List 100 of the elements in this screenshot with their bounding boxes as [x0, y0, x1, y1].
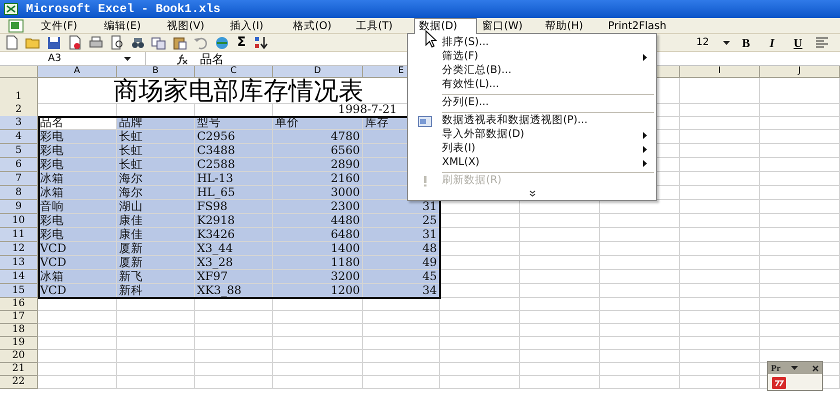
table-cell: 3000 — [273, 186, 363, 200]
table-cell: XK3_88 — [195, 284, 273, 298]
menu-item[interactable]: 帮助(H) — [540, 18, 603, 34]
row-header[interactable]: 16 — [0, 298, 38, 311]
spreadsheet-icon — [4, 3, 18, 15]
column-header[interactable]: J — [760, 66, 840, 78]
table-cell: 海尔 — [117, 172, 195, 186]
italic-button[interactable]: I — [762, 34, 782, 52]
column-header[interactable]: C — [195, 66, 273, 78]
sort-ascending-icon[interactable] — [252, 34, 269, 50]
menu-item[interactable]: Print2Flash — [603, 18, 666, 34]
table-cell: XF97 — [195, 270, 273, 284]
table-cell: VCD — [38, 242, 117, 256]
table-cell: 新科 — [117, 284, 195, 298]
row-header[interactable]: 9 — [0, 200, 38, 214]
copy-icon[interactable] — [151, 34, 167, 50]
row-header[interactable]: 15 — [0, 284, 38, 298]
dropdown-arrow-icon[interactable] — [723, 40, 730, 44]
table-cell: 康佳 — [117, 214, 195, 228]
table-cell: VCD — [38, 284, 117, 298]
window-title: Microsoft Excel - Book1.xls — [26, 1, 220, 18]
row-header[interactable]: 22 — [0, 376, 38, 389]
row-header[interactable]: 13 — [0, 256, 38, 270]
table-cell: 湖山 — [117, 200, 195, 214]
table-cell: 海尔 — [117, 186, 195, 200]
menu-item[interactable]: 文件(F) — [36, 18, 99, 34]
table-cell: 48 — [363, 242, 440, 256]
function-icon[interactable] — [176, 52, 188, 64]
row-header[interactable]: 8 — [0, 186, 38, 200]
menu-item[interactable]: 编辑(E) — [99, 18, 162, 34]
table-cell: 2300 — [273, 200, 363, 214]
table-cell: 彩电 — [38, 130, 117, 144]
app-logo-icon[interactable] — [772, 377, 786, 389]
menu-item[interactable]: 工具(T) — [351, 18, 414, 34]
table-cell: 49 — [363, 256, 440, 270]
font-size-field[interactable]: 12 — [688, 35, 730, 50]
row-header[interactable]: 10 — [0, 214, 38, 228]
dropdown-arrow-icon[interactable] — [790, 366, 798, 370]
column-header[interactable]: I — [680, 66, 760, 78]
bold-button[interactable]: B — [736, 34, 756, 52]
align-left-icon[interactable] — [814, 34, 830, 50]
row-header[interactable]: 19 — [0, 337, 38, 350]
column-header[interactable]: D — [273, 66, 363, 78]
menu-option[interactable]: 列表(I) — [408, 142, 656, 156]
paste-icon[interactable] — [172, 34, 188, 50]
column-header[interactable]: A — [38, 66, 117, 78]
table-cell: 6480 — [273, 228, 363, 242]
menu-option[interactable]: 排序(S)... — [408, 36, 656, 50]
table-cell: K3426 — [195, 228, 273, 242]
table-cell: X3_28 — [195, 256, 273, 270]
table-cell: HL_65 — [195, 186, 273, 200]
table-cell: 长虹 — [117, 130, 195, 144]
table-cell: 彩电 — [38, 214, 117, 228]
row-header[interactable]: 17 — [0, 311, 38, 324]
table-cell: C2956 — [195, 130, 273, 144]
menu-item[interactable]: 窗口(W) — [477, 18, 540, 34]
row-header[interactable]: 14 — [0, 270, 38, 284]
table-cell: HL-13 — [195, 172, 273, 186]
row-header[interactable]: 18 — [0, 324, 38, 337]
row-header[interactable]: 11 — [0, 228, 38, 242]
row-header[interactable]: 6 — [0, 158, 38, 172]
table-cell: 31 — [363, 228, 440, 242]
row-header[interactable]: 2 — [0, 103, 38, 117]
menu-item[interactable]: 视图(V) — [162, 18, 225, 34]
row-header[interactable]: 20 — [0, 350, 38, 363]
double-chevron-down-icon — [528, 190, 536, 196]
table-cell: 冰箱 — [38, 172, 117, 186]
workbook-icon[interactable] — [8, 18, 24, 32]
menu-item[interactable]: 数据(D) — [414, 18, 477, 34]
row-header[interactable]: 7 — [0, 172, 38, 186]
table-cell: 2160 — [273, 172, 363, 186]
menu-item[interactable]: 格式(O) — [288, 18, 351, 34]
table-cell: VCD — [38, 256, 117, 270]
save-icon[interactable] — [46, 34, 62, 50]
table-cell: 4480 — [273, 214, 363, 228]
row-header[interactable]: 3 — [0, 116, 38, 130]
column-header[interactable]: B — [117, 66, 195, 78]
hyperlink-globe-icon[interactable] — [214, 34, 230, 50]
menu-option[interactable]: XML(X) — [408, 156, 656, 170]
dropdown-arrow-icon[interactable] — [124, 56, 131, 60]
underline-button[interactable]: U — [788, 34, 808, 52]
menu-item[interactable]: 插入(I) — [225, 18, 288, 34]
exclamation-icon — [421, 175, 429, 187]
print-preview-icon[interactable] — [109, 34, 125, 50]
row-header[interactable]: 1 — [0, 78, 38, 104]
row-header[interactable]: 21 — [0, 363, 38, 376]
print-icon[interactable] — [88, 34, 104, 50]
row-header[interactable]: 12 — [0, 242, 38, 256]
table-cell: 45 — [363, 270, 440, 284]
permission-icon[interactable] — [67, 34, 83, 50]
autosum-button[interactable]: Σ — [235, 36, 248, 49]
close-icon[interactable] — [812, 364, 819, 372]
row-header[interactable]: 4 — [0, 130, 38, 144]
menu-option[interactable]: 导入外部数据(D) — [408, 128, 656, 142]
table-cell: 厦新 — [117, 242, 195, 256]
table-cell: 31 — [363, 200, 440, 214]
table-cell: 康佳 — [117, 228, 195, 242]
table-cell: 2890 — [273, 158, 363, 172]
row-header[interactable]: 5 — [0, 144, 38, 158]
menu-option[interactable]: 筛选(F) — [408, 50, 656, 64]
